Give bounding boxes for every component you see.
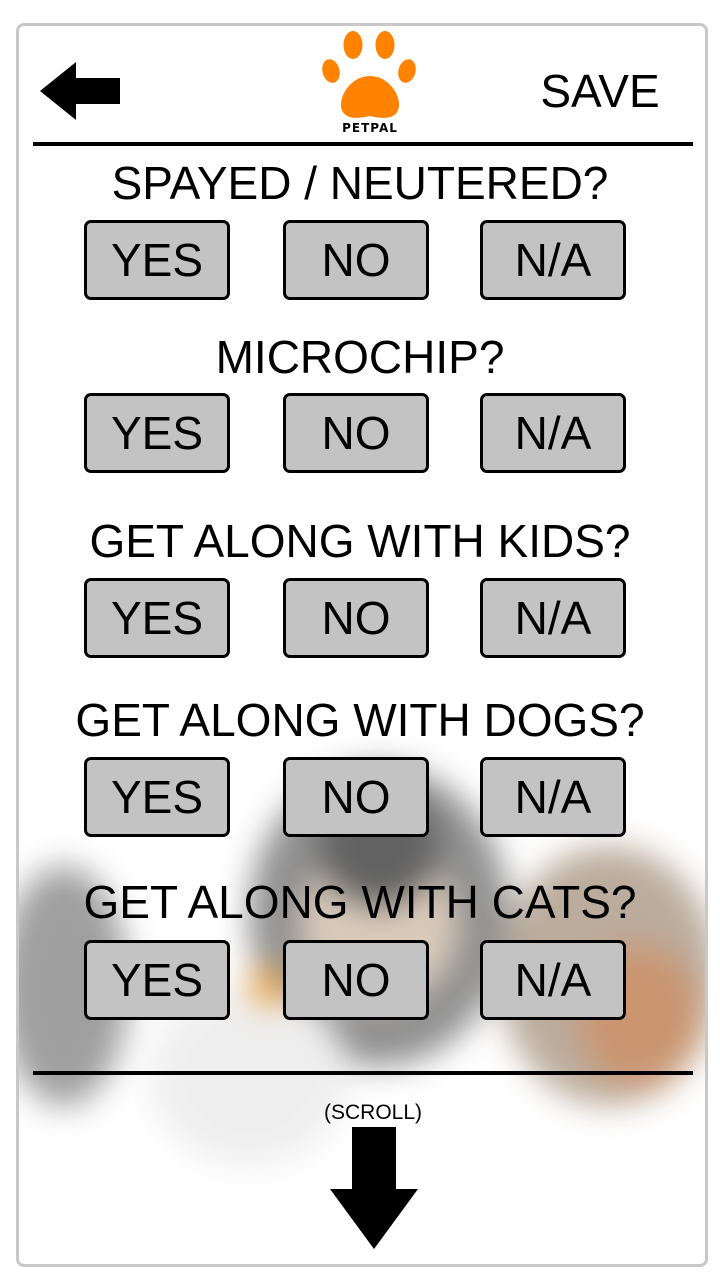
cats-yes-button[interactable]: YES: [84, 940, 230, 1020]
question-dogs: GET ALONG WITH DOGS?: [75, 694, 645, 746]
dogs-no-button[interactable]: NO: [283, 757, 429, 837]
save-button[interactable]: SAVE: [520, 64, 680, 118]
spayed-yes-button[interactable]: YES: [84, 220, 230, 300]
microchip-na-button[interactable]: N/A: [480, 393, 626, 473]
kids-no-button[interactable]: NO: [283, 578, 429, 658]
kids-yes-button[interactable]: YES: [84, 578, 230, 658]
scroll-label: (SCROLL): [323, 1101, 423, 1124]
kids-na-button[interactable]: N/A: [480, 578, 626, 658]
microchip-no-button[interactable]: NO: [283, 393, 429, 473]
spayed-no-button[interactable]: NO: [283, 220, 429, 300]
header-divider: [33, 142, 693, 146]
back-arrow-icon[interactable]: [40, 62, 120, 120]
cats-no-button[interactable]: NO: [283, 940, 429, 1020]
dogs-na-button[interactable]: N/A: [480, 757, 626, 837]
footer-divider: [33, 1071, 693, 1075]
microchip-yes-button[interactable]: YES: [84, 393, 230, 473]
spayed-na-button[interactable]: N/A: [480, 220, 626, 300]
question-kids: GET ALONG WITH KIDS?: [89, 515, 631, 567]
dogs-yes-button[interactable]: YES: [84, 757, 230, 837]
cats-na-button[interactable]: N/A: [480, 940, 626, 1020]
question-cats: GET ALONG WITH CATS?: [83, 876, 637, 928]
question-spayed-neutered: SPAYED / NEUTERED?: [111, 157, 609, 209]
question-microchip: MICROCHIP?: [215, 331, 505, 383]
scroll-down-arrow-icon[interactable]: [330, 1127, 418, 1249]
logo-text: PETPAL: [342, 121, 398, 135]
